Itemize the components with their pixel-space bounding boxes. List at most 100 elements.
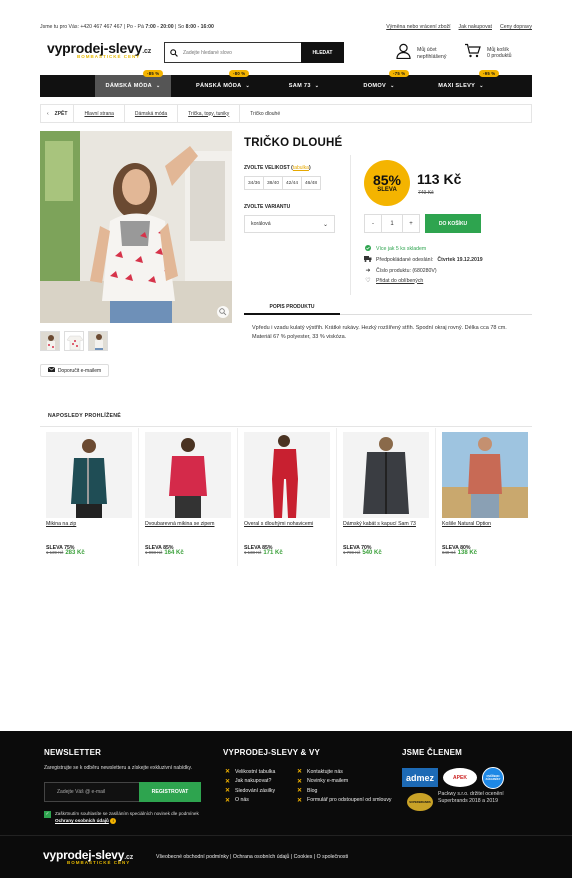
product-card-old-price: 1 139 Kč xyxy=(46,550,64,555)
footer-link[interactable]: ✕ Novinky e-mailem xyxy=(297,778,392,785)
product-card-name[interactable]: Mikina na zip xyxy=(46,521,76,527)
footer-logo[interactable]: vyprodej-slevy.cz BOMBASTICKÉ CENY xyxy=(43,848,133,865)
how-to-buy-link[interactable]: Jak nakupovat xyxy=(459,24,492,30)
chevron-down-icon: ⌄ xyxy=(390,83,395,89)
product-card[interactable]: Overal s dlouhými nohavicemi SLEVA 85% 1… xyxy=(238,428,337,566)
product-card[interactable]: Košile Natural Option SLEVA 80% 849 Kč 13… xyxy=(436,428,535,566)
superbrands-badge[interactable]: SUPERBRANDS xyxy=(407,793,433,811)
footer-link-label: Novinky e-mailem xyxy=(307,778,349,784)
check-circle-icon xyxy=(364,245,372,253)
breadcrumb: ‹ ZPĚT Hlavní strana Dámská móda Trička, … xyxy=(40,104,532,123)
product-card-old-price: 1 098 Kč xyxy=(145,550,163,555)
breadcrumb-category[interactable]: Dámská móda xyxy=(135,111,167,117)
nav-label: DOMOV xyxy=(363,83,387,89)
nav-item-damska-moda[interactable]: -85 % DÁMSKÁ MÓDA ⌄ xyxy=(95,70,171,97)
product-card-name[interactable]: Košile Natural Option xyxy=(442,521,491,527)
size-option[interactable]: 38/40 xyxy=(263,176,283,190)
thumbnail-1[interactable] xyxy=(40,331,60,351)
footer-link[interactable]: ✕ Formulář pro odstoupení od smlouvy xyxy=(297,797,392,804)
footer-link[interactable]: ✕ Kontaktujte nás xyxy=(297,768,392,776)
product-card-name[interactable]: Dvoubarevná mikina se zipem xyxy=(145,521,215,527)
newsletter-register-button[interactable]: REGISTROVAT xyxy=(139,782,201,802)
size-table-link[interactable]: tabulka xyxy=(293,165,309,171)
variant-select[interactable]: korálová ⌄ xyxy=(244,215,335,233)
contact-text: Jsme tu pro Vás: +420 467 467 467 | Po -… xyxy=(40,24,144,30)
discount-label: SLEVA xyxy=(377,187,397,193)
info-icon[interactable]: i xyxy=(110,818,117,824)
verified-customers-badge[interactable]: OVĚŘENO ZÁKAZNÍKY xyxy=(482,767,504,789)
chevron-down-icon: ⌄ xyxy=(156,83,161,89)
product-card-name[interactable]: Overal s dlouhými nohavicemi xyxy=(244,521,313,527)
stock-info: Více jak 5 ks skladem xyxy=(364,245,426,253)
consent-text: Zaškrtnutím souhlasíte se zasíláním spec… xyxy=(55,811,199,816)
qty-input[interactable]: 1 xyxy=(381,214,403,233)
product-card[interactable]: Dámský kabát s kapucí Sam 73 SLEVA 70% 1… xyxy=(337,428,436,566)
variant-value: korálová xyxy=(251,221,271,227)
product-card-image[interactable] xyxy=(343,432,429,518)
nav-item-panska-moda[interactable]: -80 % PÁNSKÁ MÓDA ⌄ xyxy=(177,70,269,97)
admez-logo[interactable]: admez xyxy=(402,768,438,787)
footer-link-label: Jak nakupovat? xyxy=(235,778,272,784)
qty-plus-button[interactable]: + xyxy=(402,214,420,233)
back-button[interactable]: ‹ ZPĚT xyxy=(41,105,75,122)
footer-link[interactable]: ✕ Blog xyxy=(297,787,392,795)
consent-checkbox[interactable]: ✓ xyxy=(44,811,51,818)
size-label-text: ZVOLTE VELIKOST xyxy=(244,165,290,171)
stock-text: Více jak 5 ks skladem xyxy=(376,246,427,252)
product-card-image[interactable] xyxy=(145,432,231,518)
thumbnail-3[interactable] xyxy=(88,331,108,351)
product-card-name[interactable]: Dámský kabát s kapucí Sam 73 xyxy=(343,521,416,527)
breadcrumb-subcategory[interactable]: Trička, topy, tuniky xyxy=(188,111,229,117)
search-input[interactable] xyxy=(183,49,301,56)
size-option[interactable]: 46/48 xyxy=(301,176,321,190)
shipping-link[interactable]: Ceny dopravy xyxy=(500,24,532,30)
footer-bottom-links[interactable]: Všeobecné obchodní podmínky | Ochrana os… xyxy=(156,854,348,860)
newsletter-email-input[interactable]: Zadejte Váš @ e-mail xyxy=(44,782,139,802)
newsletter-title: NEWSLETTER xyxy=(44,748,102,757)
favorite-link[interactable]: ♡ Přidat do oblíbených xyxy=(364,277,423,285)
size-label: ZVOLTE VELIKOST (tabulka) xyxy=(244,165,311,171)
footer-links-left: ✕ Velikostní tabulka ✕ Jak nakupovat? ✕ Sle… xyxy=(225,768,275,804)
product-card-old-price: 849 Kč xyxy=(442,550,456,555)
add-to-cart-button[interactable]: DO KOŠÍKU xyxy=(425,214,481,233)
product-card[interactable]: Mikina na zip SLEVA 75% 1 139 Kč 283 Kč xyxy=(40,428,139,566)
zoom-icon[interactable] xyxy=(214,301,226,313)
nav-item-domov[interactable]: -75 % DOMOV ⌄ xyxy=(339,70,419,97)
breadcrumb-home[interactable]: Hlavní strana xyxy=(84,111,113,117)
chevron-down-icon: ⌄ xyxy=(479,83,484,89)
footer-link[interactable]: ✕ Velikostní tabulka xyxy=(225,768,275,776)
footer-link-label: Sledování zásilky xyxy=(235,787,276,794)
nav-item-sam73[interactable]: SAM 73 ⌄ xyxy=(269,75,339,97)
footer-link-label: Blog xyxy=(307,787,318,794)
product-card-image[interactable] xyxy=(442,432,528,518)
top-bar: Jsme tu pro Vás: +420 467 467 467 | Po -… xyxy=(40,24,532,30)
nav-item-maxi-slevy[interactable]: -95 % MAXI SLEVY ⌄ xyxy=(421,70,501,97)
cart-link[interactable]: Můj košík 0 produktů xyxy=(464,43,512,63)
account-link[interactable]: Můj účet nepřihlášený xyxy=(396,43,446,64)
product-card-image[interactable] xyxy=(244,432,330,518)
returns-link[interactable]: Výměna nebo vrácení zboží xyxy=(386,24,450,30)
product-card[interactable]: Dvoubarevná mikina se zipem SLEVA 85% 1 … xyxy=(139,428,238,566)
recommend-email-button[interactable]: Doporučit e-mailem xyxy=(40,364,109,377)
tab-description[interactable]: POPIS PRODUKTU xyxy=(244,301,340,315)
logo[interactable]: vyprodej-slevy.cz BOMBASTICKÉ CENY xyxy=(47,40,151,59)
footer-link[interactable]: ✕ O nás xyxy=(225,797,275,804)
product-main-image[interactable] xyxy=(40,131,232,323)
privacy-link[interactable]: Ochrany osobních údajů xyxy=(55,818,109,823)
logo-tagline: BOMBASTICKÉ CENY xyxy=(67,860,131,865)
size-option[interactable]: 34/36 xyxy=(244,176,264,190)
nav-badge: -80 % xyxy=(229,70,250,77)
delivery-date: Čtvrtek 19.12.2019 xyxy=(437,257,483,263)
search-button[interactable]: HLEDAT xyxy=(301,42,344,63)
footer-link[interactable]: ✕ Sledování zásilky xyxy=(225,787,276,795)
size-option[interactable]: 42/44 xyxy=(282,176,302,190)
thumbnail-2[interactable] xyxy=(64,331,84,351)
product-title: TRIČKO DLOUHÉ xyxy=(244,137,343,149)
product-card-image[interactable] xyxy=(46,432,132,518)
recently-viewed-title: NAPOSLEDY PROHLÍŽENÉ xyxy=(48,413,122,419)
footer-link[interactable]: ✕ Jak nakupovat? xyxy=(225,778,275,785)
chevron-left-icon: ‹ xyxy=(47,110,49,117)
apek-logo[interactable]: APEK xyxy=(443,768,477,787)
qty-minus-button[interactable]: - xyxy=(364,214,382,233)
product-tabs: POPIS PRODUKTU xyxy=(244,301,532,315)
